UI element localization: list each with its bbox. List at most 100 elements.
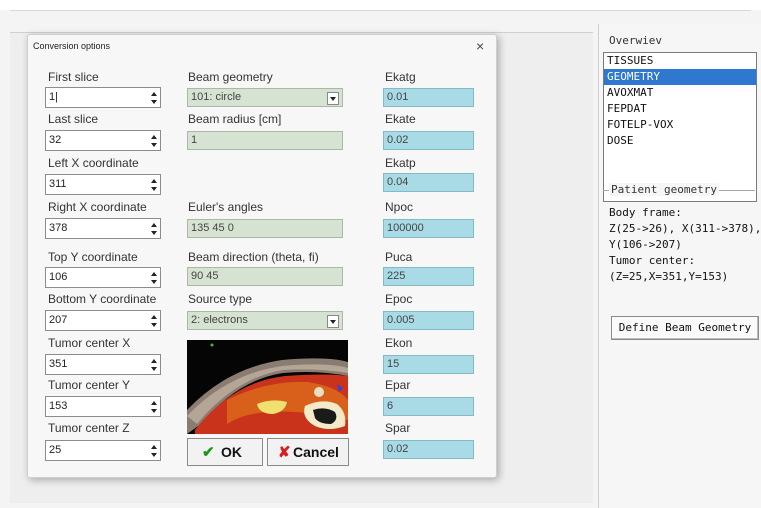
beam-geometry-select[interactable]: 101: circle bbox=[187, 88, 343, 107]
ekon-field[interactable]: 15 bbox=[383, 355, 474, 374]
top-y-label: Top Y coordinate bbox=[48, 250, 138, 264]
overview-item-dose[interactable]: DOSE bbox=[604, 133, 756, 149]
left-x-input[interactable]: 311 bbox=[45, 174, 161, 195]
ekate-label: Ekate bbox=[385, 112, 416, 126]
tumor-center-z-value: 25 bbox=[49, 444, 62, 456]
patient-geometry-line: (Z=25,X=351,Y=153) bbox=[609, 270, 729, 283]
ekatp-label: Ekatp bbox=[385, 156, 416, 170]
last-slice-value: 32 bbox=[49, 134, 62, 146]
ekatg-value: 0.01 bbox=[387, 91, 409, 103]
patient-geometry-title: Patient geometry bbox=[609, 183, 719, 196]
source-type-select[interactable]: 2: electrons bbox=[187, 311, 343, 330]
ekon-value: 15 bbox=[387, 358, 400, 370]
ekatg-label: Ekatg bbox=[385, 70, 416, 84]
spinner-arrows-icon[interactable] bbox=[150, 358, 158, 372]
top-divider bbox=[10, 10, 751, 11]
last-slice-input[interactable]: 32 bbox=[45, 130, 161, 151]
top-y-input[interactable]: 106 bbox=[45, 267, 161, 288]
tumor-center-z-input[interactable]: 25 bbox=[45, 440, 161, 461]
epar-label: Epar bbox=[385, 378, 411, 392]
first-slice-input[interactable]: 1| bbox=[45, 87, 161, 108]
top-strip bbox=[0, 0, 761, 10]
tumor-center-y-input[interactable]: 153 bbox=[45, 396, 161, 417]
beam-direction-field[interactable]: 90 45 bbox=[187, 267, 343, 286]
ekatp-field[interactable]: 0.04 bbox=[383, 173, 474, 192]
dialog-title: Conversion options bbox=[33, 41, 111, 51]
patient-geometry-line: Y(106->207) bbox=[609, 238, 682, 251]
close-icon[interactable]: × bbox=[476, 38, 484, 54]
conversion-options-dialog: Conversion options × First slice Last sl… bbox=[27, 34, 497, 478]
beam-radius-field[interactable]: 1 bbox=[187, 131, 343, 150]
puca-value: 225 bbox=[387, 270, 406, 282]
npoc-value: 100000 bbox=[387, 222, 424, 234]
tumor-center-x-label: Tumor center X bbox=[48, 336, 131, 350]
spinner-arrows-icon[interactable] bbox=[150, 134, 158, 148]
epoc-value: 0.005 bbox=[387, 314, 415, 326]
tumor-center-z-label: Tumor center Z bbox=[48, 421, 130, 435]
right-x-value: 378 bbox=[49, 222, 68, 234]
epoc-field[interactable]: 0.005 bbox=[383, 311, 474, 330]
spinner-arrows-icon[interactable] bbox=[150, 91, 158, 105]
beam-direction-value: 90 45 bbox=[191, 270, 219, 282]
first-slice-value: 1| bbox=[49, 91, 58, 103]
puca-field[interactable]: 225 bbox=[383, 267, 474, 286]
ekatp-value: 0.04 bbox=[387, 176, 409, 188]
euler-angles-field[interactable]: 135 45 0 bbox=[187, 219, 343, 238]
cancel-button-label: Cancel bbox=[293, 444, 339, 460]
spinner-arrows-icon[interactable] bbox=[150, 271, 158, 285]
overview-title: Overwiev bbox=[607, 34, 664, 47]
tumor-center-x-input[interactable]: 351 bbox=[45, 354, 161, 375]
right-panel: Overwiev TISSUES GEOMETRY AVOXMAT FEPDAT… bbox=[598, 24, 761, 508]
npoc-label: Npoc bbox=[385, 200, 414, 214]
beam-radius-value: 1 bbox=[191, 134, 198, 146]
ekate-field[interactable]: 0.02 bbox=[383, 131, 474, 150]
overview-item-fepdat[interactable]: FEPDAT bbox=[604, 101, 756, 117]
x-icon: ✘ bbox=[278, 444, 291, 461]
spar-label: Spar bbox=[385, 421, 411, 435]
left-x-value: 311 bbox=[49, 178, 67, 190]
spinner-arrows-icon[interactable] bbox=[150, 222, 158, 236]
spinner-arrows-icon[interactable] bbox=[150, 400, 158, 414]
bottom-y-value: 207 bbox=[49, 314, 68, 326]
spinner-arrows-icon[interactable] bbox=[150, 314, 158, 328]
tumor-center-x-value: 351 bbox=[49, 358, 68, 370]
ekate-value: 0.02 bbox=[387, 134, 409, 146]
tumor-center-y-value: 153 bbox=[49, 400, 68, 412]
patient-geometry-group: Patient geometry Body frame: Z(25->26), … bbox=[603, 183, 761, 325]
overview-item-tissues[interactable]: TISSUES bbox=[604, 53, 756, 69]
spinner-arrows-icon[interactable] bbox=[150, 444, 158, 458]
source-type-label: Source type bbox=[188, 292, 253, 306]
patient-geometry-line: Z(25->26), X(311->378), bbox=[609, 222, 761, 235]
epar-field[interactable]: 6 bbox=[383, 397, 474, 416]
source-type-value: 2: electrons bbox=[191, 314, 248, 326]
ok-button-label: OK bbox=[221, 444, 242, 460]
cancel-button[interactable]: ✘ Cancel bbox=[267, 438, 349, 466]
euler-angles-label: Euler's angles bbox=[188, 200, 263, 214]
spar-value: 0.02 bbox=[387, 443, 409, 455]
chevron-down-icon[interactable] bbox=[327, 92, 339, 105]
right-x-input[interactable]: 378 bbox=[45, 218, 161, 239]
patient-geometry-line: Body frame: bbox=[609, 206, 682, 219]
ekatg-field[interactable]: 0.01 bbox=[383, 88, 474, 107]
left-x-label: Left X coordinate bbox=[48, 156, 139, 170]
bottom-y-input[interactable]: 207 bbox=[45, 310, 161, 331]
spinner-arrows-icon[interactable] bbox=[150, 178, 158, 192]
overview-item-geometry[interactable]: GEOMETRY bbox=[604, 69, 756, 85]
ok-button[interactable]: ✔ OK bbox=[187, 438, 263, 466]
epoc-label: Epoc bbox=[385, 292, 413, 306]
last-slice-label: Last slice bbox=[48, 112, 99, 126]
epar-value: 6 bbox=[387, 400, 394, 412]
bottom-y-label: Bottom Y coordinate bbox=[48, 292, 157, 306]
overview-item-fotelp-vox[interactable]: FOTELP-VOX bbox=[604, 117, 756, 133]
beam-radius-label: Beam radius [cm] bbox=[188, 112, 282, 126]
patient-geometry-line: Tumor center: bbox=[609, 254, 696, 267]
ct-slice-preview bbox=[187, 340, 348, 434]
overview-item-avoxmat[interactable]: AVOXMAT bbox=[604, 85, 756, 101]
define-beam-geometry-button[interactable]: Define Beam Geometry bbox=[611, 316, 759, 340]
chevron-down-icon[interactable] bbox=[327, 315, 339, 328]
spar-field[interactable]: 0.02 bbox=[383, 440, 474, 459]
euler-angles-value: 135 45 0 bbox=[191, 222, 234, 234]
overview-list[interactable]: TISSUES GEOMETRY AVOXMAT FEPDAT FOTELP-V… bbox=[603, 52, 757, 202]
npoc-field[interactable]: 100000 bbox=[383, 219, 474, 238]
top-y-value: 106 bbox=[49, 271, 68, 283]
